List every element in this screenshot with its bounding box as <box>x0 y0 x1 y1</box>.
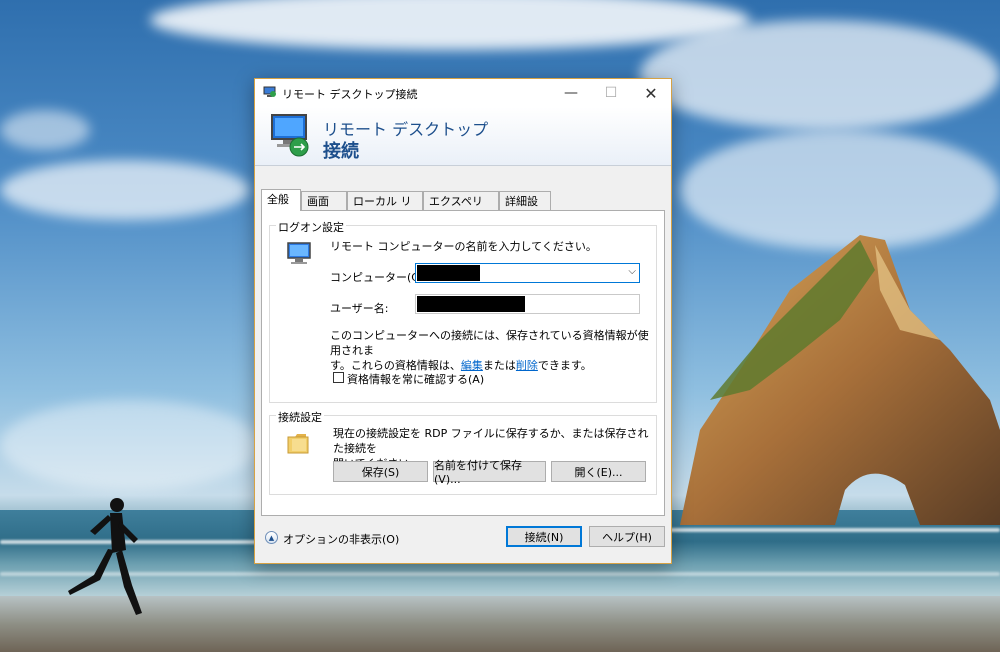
open-button[interactable]: 開く(E)... <box>551 461 646 482</box>
tab-advanced[interactable]: 詳細設定 <box>499 191 551 227</box>
hide-options-link[interactable]: オプションの非表示(O) <box>283 531 399 547</box>
credential-info-line1: このコンピューターへの接続には、保存されている資格情報が使用されま <box>330 329 649 357</box>
connection-desc-line1: 現在の接続設定を RDP ファイルに保存するか、または保存された接続を <box>333 427 649 455</box>
close-button[interactable]: ✕ <box>631 79 671 107</box>
header-title-line2: 接続 <box>323 141 359 162</box>
connection-settings-group: 接続設定 現在の接続設定を RDP ファイルに保存するか、または保存された接続を… <box>269 409 657 495</box>
window-title: リモート デスクトップ接続 <box>282 88 418 101</box>
credential-info-part-b: または <box>482 359 516 372</box>
chevron-down-icon: ⌵ <box>628 266 636 277</box>
folder-icon <box>287 434 309 454</box>
delete-credentials-link[interactable]: 削除 <box>516 359 538 372</box>
computer-label: コンピューター(C): <box>330 271 427 284</box>
connection-settings-title: 接続設定 <box>276 409 324 425</box>
runner-silhouette <box>68 498 142 615</box>
logon-settings-group: ログオン設定 リモート コンピューターの名前を入力してください。 コンピューター… <box>269 219 657 403</box>
minimize-button[interactable]: — <box>551 79 591 107</box>
maximize-button[interactable]: ☐ <box>591 79 631 107</box>
connect-button[interactable]: 接続(N) <box>506 526 582 547</box>
redacted-username <box>417 296 525 312</box>
close-icon: ✕ <box>644 83 658 103</box>
sea-rock-arch <box>680 235 1000 525</box>
cloud <box>0 110 90 150</box>
tab-local-resources[interactable]: ローカル リソース <box>347 191 423 227</box>
redacted-computer-name <box>417 265 480 281</box>
username-field[interactable] <box>415 294 640 314</box>
save-as-button[interactable]: 名前を付けて保存(V)... <box>433 459 546 486</box>
help-button[interactable]: ヘルプ(H) <box>589 526 665 547</box>
cloud <box>0 160 250 220</box>
computer-combobox[interactable]: ⌵ <box>415 263 640 283</box>
logon-instruction: リモート コンピューターの名前を入力してください。 <box>330 240 597 253</box>
remote-desktop-app-icon <box>263 86 276 97</box>
always-ask-credentials-label[interactable]: 資格情報を常に確認する(A) <box>347 371 484 387</box>
username-label: ユーザー名: <box>330 302 389 315</box>
tab-display[interactable]: 画面 <box>301 191 347 210</box>
save-button[interactable]: 保存(S) <box>333 461 428 482</box>
tab-experience[interactable]: エクスペリエンス <box>423 191 499 227</box>
always-ask-credentials-checkbox[interactable] <box>333 372 344 383</box>
logon-settings-title: ログオン設定 <box>276 219 346 235</box>
minimize-icon: — <box>564 85 578 101</box>
options-toggle-icon[interactable]: ▲ <box>265 531 278 544</box>
cloud <box>150 0 750 50</box>
tab-general[interactable]: 全般 <box>261 189 301 211</box>
credential-info-text: このコンピューターへの接続には、保存されている資格情報が使用されま す。これらの… <box>330 328 650 373</box>
tab-panel-general: ログオン設定 リモート コンピューターの名前を入力してください。 コンピューター… <box>261 210 665 516</box>
credential-info-part-c: できます。 <box>537 359 592 372</box>
computer-icon <box>287 242 311 264</box>
cloud <box>0 400 260 490</box>
title-bar[interactable]: リモート デスクトップ接続 — ☐ ✕ <box>255 79 671 107</box>
remote-desktop-window: リモート デスクトップ接続 — ☐ ✕ リモート デスクトップ 接続 全般 画面… <box>254 78 672 564</box>
maximize-icon: ☐ <box>604 85 618 101</box>
remote-desktop-logo-icon <box>271 114 309 157</box>
dialog-header: リモート デスクトップ 接続 <box>255 107 671 166</box>
chevron-up-icon: ▲ <box>268 533 275 542</box>
cloud <box>640 20 1000 130</box>
